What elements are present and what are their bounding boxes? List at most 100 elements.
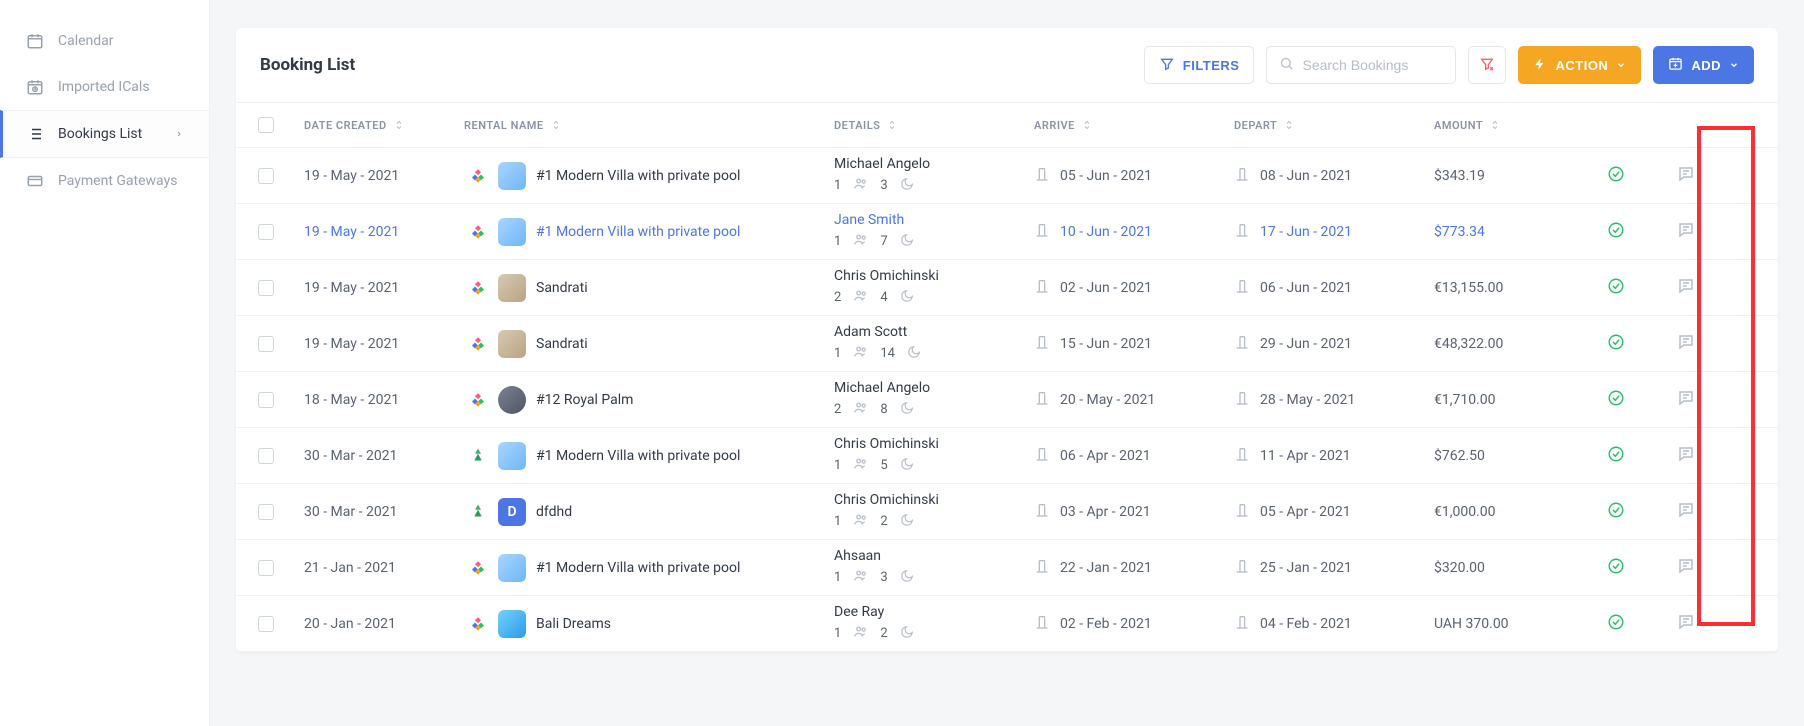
note-icon[interactable] xyxy=(1677,613,1695,635)
moon-icon xyxy=(907,345,921,363)
door-in-icon xyxy=(1034,502,1050,522)
th-details[interactable]: DETAILS xyxy=(826,119,1026,132)
check-circle-icon xyxy=(1607,613,1625,635)
note-icon[interactable] xyxy=(1677,165,1695,187)
table-row[interactable]: 19 - May - 2021 Sandrati Adam Scott 1 14 xyxy=(236,316,1778,372)
th-arrive-label: ARRIVE xyxy=(1034,119,1075,132)
th-depart[interactable]: DEPART xyxy=(1226,119,1426,132)
td-date: 19 - May - 2021 xyxy=(296,224,456,240)
table-row[interactable]: 30 - Mar - 2021 #1 Modern Villa with pri… xyxy=(236,428,1778,484)
add-button[interactable]: ADD xyxy=(1653,46,1754,84)
clear-filter-button[interactable] xyxy=(1468,46,1506,84)
th-amount-label: AMOUNT xyxy=(1434,119,1483,132)
nights-count: 2 xyxy=(880,514,887,529)
date-created-text: 19 - May - 2021 xyxy=(304,336,399,352)
guest-name-text: Michael Angelo xyxy=(834,380,930,396)
door-out-icon xyxy=(1234,334,1250,354)
sidebar-item-payment-gateways[interactable]: Payment Gateways xyxy=(0,158,209,204)
table-row[interactable]: 20 - Jan - 2021 Bali Dreams Dee Ray 1 2 xyxy=(236,596,1778,652)
rental-thumbnail xyxy=(498,330,526,358)
td-depart: 29 - Jun - 2021 xyxy=(1226,334,1426,354)
row-checkbox[interactable] xyxy=(258,336,274,352)
channel-icon xyxy=(464,498,492,526)
depart-date-text: 04 - Feb - 2021 xyxy=(1260,616,1352,632)
people-icon xyxy=(853,344,868,363)
sidebar-item-calendar[interactable]: Calendar xyxy=(0,18,209,64)
row-checkbox[interactable] xyxy=(258,280,274,296)
filter-x-icon xyxy=(1479,56,1495,75)
note-icon[interactable] xyxy=(1677,501,1695,523)
note-icon[interactable] xyxy=(1677,221,1695,243)
td-rental: #12 Royal Palm xyxy=(456,386,826,414)
rental-thumbnail xyxy=(498,218,526,246)
note-icon[interactable] xyxy=(1677,389,1695,411)
td-status xyxy=(1576,501,1656,523)
td-date: 20 - Jan - 2021 xyxy=(296,616,456,632)
search-box[interactable] xyxy=(1266,46,1456,84)
note-icon[interactable] xyxy=(1677,445,1695,467)
table-row[interactable]: 19 - May - 2021 Sandrati Chris Omichinsk… xyxy=(236,260,1778,316)
td-status xyxy=(1576,277,1656,299)
th-arrive[interactable]: ARRIVE xyxy=(1026,119,1226,132)
check-circle-icon xyxy=(1607,557,1625,579)
moon-icon xyxy=(900,177,914,195)
search-input[interactable] xyxy=(1302,57,1443,73)
door-in-icon xyxy=(1034,558,1050,578)
guests-count: 1 xyxy=(834,458,841,473)
th-rental-name-label: RENTAL NAME xyxy=(464,119,544,132)
table-row[interactable]: 21 - Jan - 2021 #1 Modern Villa with pri… xyxy=(236,540,1778,596)
th-rental-name[interactable]: RENTAL NAME xyxy=(456,119,826,132)
table-row[interactable]: 19 - May - 2021 #1 Modern Villa with pri… xyxy=(236,204,1778,260)
moon-icon xyxy=(900,233,914,251)
guests-count: 1 xyxy=(834,346,841,361)
row-checkbox[interactable] xyxy=(258,560,274,576)
th-amount[interactable]: AMOUNT xyxy=(1426,119,1576,132)
moon-icon xyxy=(900,513,914,531)
moon-icon xyxy=(900,569,914,587)
note-icon[interactable] xyxy=(1677,277,1695,299)
table-row[interactable]: 30 - Mar - 2021 D dfdhd Chris Omichinski… xyxy=(236,484,1778,540)
td-details: Jane Smith 1 7 xyxy=(826,204,1026,259)
table-row[interactable]: 18 - May - 2021 #12 Royal Palm Michael A… xyxy=(236,372,1778,428)
filter-icon xyxy=(1159,56,1175,75)
check-circle-icon xyxy=(1607,333,1625,355)
chevron-right-icon xyxy=(175,128,183,140)
row-checkbox[interactable] xyxy=(258,504,274,520)
door-in-icon xyxy=(1034,334,1050,354)
td-date: 19 - May - 2021 xyxy=(296,280,456,296)
td-details: Chris Omichinski 1 5 xyxy=(826,428,1026,483)
td-notes xyxy=(1656,221,1716,243)
row-checkbox[interactable] xyxy=(258,168,274,184)
td-details: Ahsaan 1 3 xyxy=(826,540,1026,595)
channel-icon xyxy=(464,162,492,190)
guests-count: 1 xyxy=(834,570,841,585)
td-depart: 05 - Apr - 2021 xyxy=(1226,502,1426,522)
row-checkbox[interactable] xyxy=(258,392,274,408)
rental-icons xyxy=(464,274,526,302)
sidebar-item-imported-icals[interactable]: Imported ICals xyxy=(0,64,209,110)
details-line: 2 8 xyxy=(834,400,914,419)
td-amount: $773.34 xyxy=(1426,224,1576,240)
table-row[interactable]: 19 - May - 2021 #1 Modern Villa with pri… xyxy=(236,148,1778,204)
depart-date-text: 05 - Apr - 2021 xyxy=(1260,504,1351,520)
td-notes xyxy=(1656,501,1716,523)
filters-button[interactable]: FILTERS xyxy=(1144,46,1255,84)
action-button[interactable]: ACTION xyxy=(1518,46,1641,84)
row-checkbox[interactable] xyxy=(258,448,274,464)
td-amount: €1,000.00 xyxy=(1426,504,1576,520)
th-date-created[interactable]: DATE CREATED xyxy=(296,119,456,132)
td-amount: €13,155.00 xyxy=(1426,280,1576,296)
sidebar-item-bookings-list[interactable]: Bookings List xyxy=(0,110,209,158)
td-rental: D dfdhd xyxy=(456,498,826,526)
people-icon xyxy=(853,400,868,419)
amount-text: €1,710.00 xyxy=(1434,392,1496,408)
select-all-checkbox[interactable] xyxy=(258,117,274,133)
row-checkbox[interactable] xyxy=(258,224,274,240)
nights-count: 8 xyxy=(880,402,887,417)
sort-icon xyxy=(886,119,898,131)
row-checkbox[interactable] xyxy=(258,616,274,632)
note-icon[interactable] xyxy=(1677,333,1695,355)
td-notes xyxy=(1656,165,1716,187)
moon-icon xyxy=(900,625,914,643)
note-icon[interactable] xyxy=(1677,557,1695,579)
